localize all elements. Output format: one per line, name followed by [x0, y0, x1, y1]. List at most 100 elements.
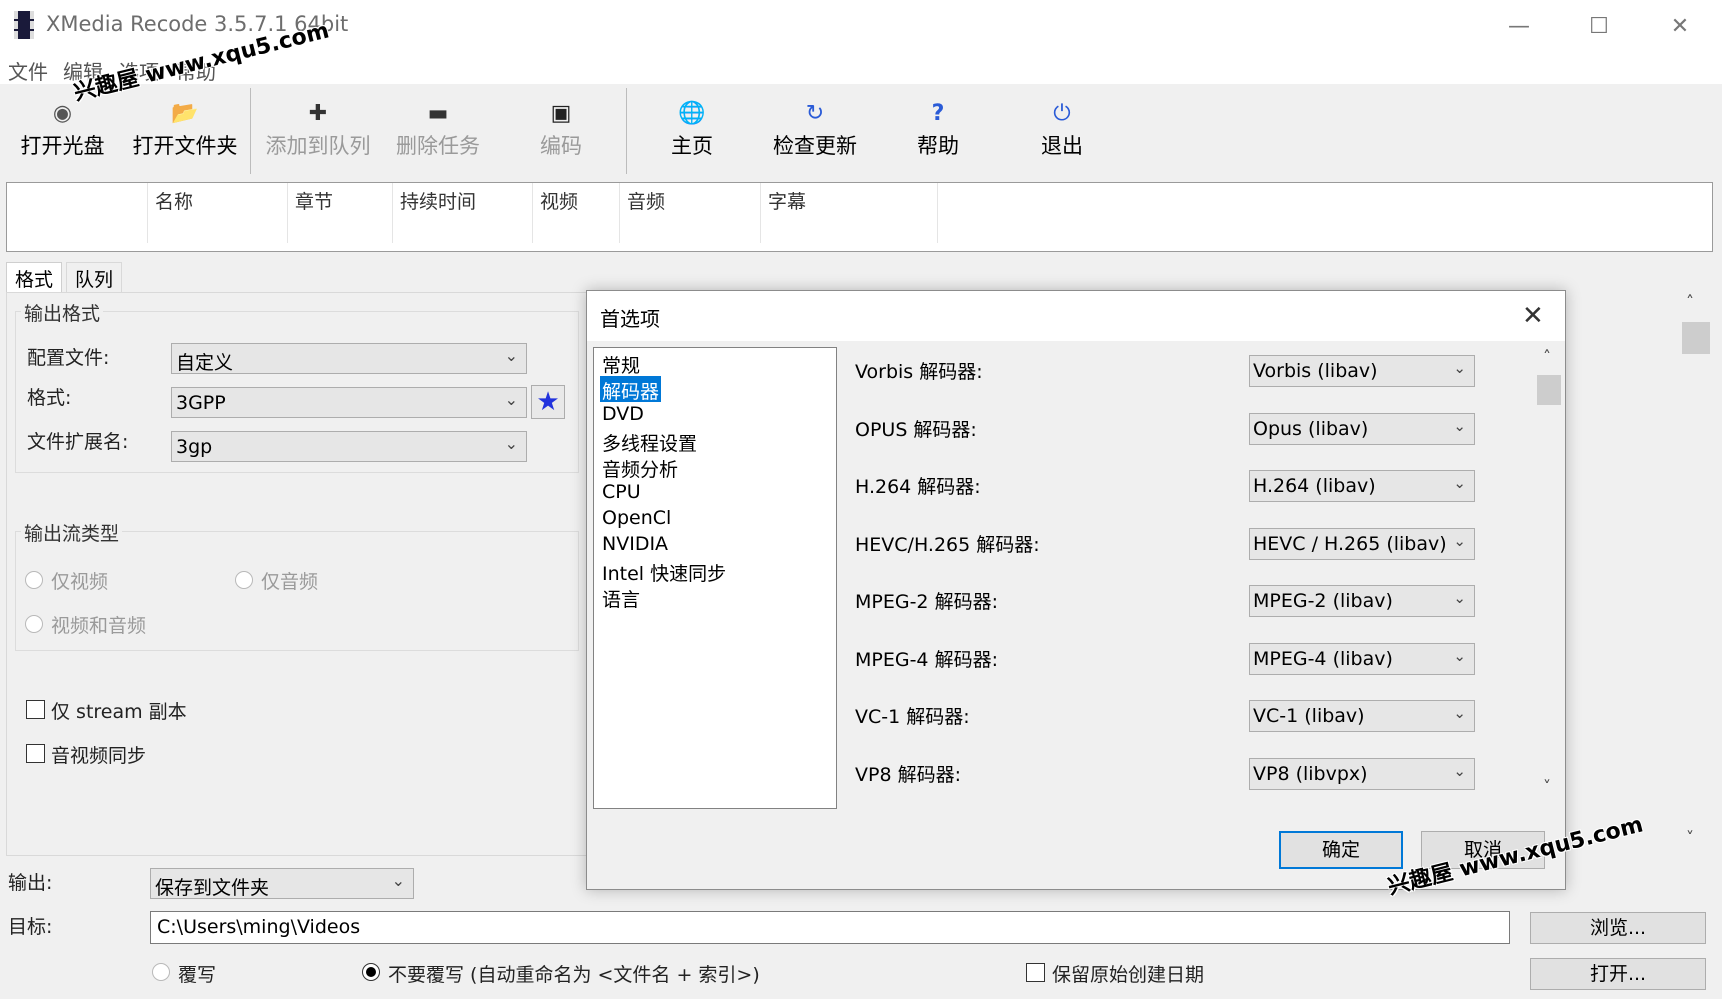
check-update-button[interactable]: ↻ 检查更新: [760, 84, 870, 178]
close-icon[interactable]: ✕: [1665, 12, 1695, 42]
dialog-scrollbar[interactable]: ˄ ˅: [1537, 347, 1561, 803]
format-label: 格式:: [27, 387, 72, 409]
category-multithread[interactable]: 多线程设置: [600, 428, 699, 455]
video-only-radio[interactable]: [25, 571, 43, 589]
h264-decoder-label: H.264 解码器:: [855, 476, 981, 498]
chevron-down-icon: ⌄: [1453, 532, 1466, 550]
scroll-up-icon[interactable]: ˄: [1686, 292, 1694, 311]
vorbis-decoder-select[interactable]: Vorbis (libav) ⌄: [1249, 355, 1475, 387]
overwrite-label: 覆写: [178, 964, 217, 986]
opus-decoder-select[interactable]: Opus (libav) ⌄: [1249, 413, 1475, 445]
minimize-icon[interactable]: —: [1504, 12, 1534, 42]
video-and-audio-radio[interactable]: [25, 615, 43, 633]
category-intel-qsv[interactable]: Intel 快速同步: [600, 558, 728, 585]
hevc-decoder-select[interactable]: HEVC / H.265 (libav) ⌄: [1249, 528, 1475, 560]
category-language[interactable]: 语言: [600, 584, 642, 611]
ok-button[interactable]: 确定: [1279, 831, 1403, 869]
chevron-down-icon: ⌄: [1453, 589, 1466, 607]
column-header-video[interactable]: 视频: [540, 187, 578, 214]
open-button[interactable]: 打开...: [1530, 958, 1706, 990]
scroll-thumb[interactable]: [1682, 322, 1710, 354]
no-overwrite-label: 不要覆写 (自动重命名为 <文件名 + 索引>): [388, 964, 760, 986]
file-list[interactable]: 名称 章节 持续时间 视频 音频 字幕: [6, 182, 1713, 252]
maximize-icon[interactable]: ☐: [1584, 12, 1614, 42]
radio-dot: [366, 967, 376, 977]
av-sync-label: 音视频同步: [51, 745, 147, 767]
extension-select[interactable]: 3gp ⌄: [171, 431, 527, 462]
profile-select[interactable]: 自定义 ⌄: [171, 343, 527, 374]
mpeg2-decoder-label: MPEG-2 解码器:: [855, 591, 998, 613]
globe-icon: 🌐: [678, 101, 706, 126]
vp8-decoder-label: VP8 解码器:: [855, 764, 961, 786]
keep-date-checkbox[interactable]: [1026, 963, 1045, 982]
encode-button[interactable]: ▣ 编码: [508, 84, 614, 178]
extension-label: 文件扩展名:: [27, 431, 129, 453]
homepage-button[interactable]: 🌐 主页: [642, 84, 742, 178]
vorbis-decoder-label: Vorbis 解码器:: [855, 361, 983, 383]
output-select[interactable]: 保存到文件夹 ⌄: [150, 868, 414, 899]
browse-button[interactable]: 浏览...: [1530, 912, 1706, 944]
category-general[interactable]: 常规: [600, 350, 642, 377]
column-header-duration[interactable]: 持续时间: [400, 187, 476, 214]
audio-only-radio[interactable]: [235, 571, 253, 589]
format-select[interactable]: 3GPP ⌄: [171, 387, 527, 418]
column-divider: [532, 183, 533, 243]
category-dvd[interactable]: DVD: [600, 402, 646, 428]
open-folder-button[interactable]: 📂 打开文件夹: [125, 84, 245, 178]
power-icon: ⏻: [1053, 101, 1071, 126]
scroll-down-icon[interactable]: ˅: [1543, 777, 1551, 796]
column-divider: [287, 183, 288, 243]
category-decoders[interactable]: 解码器: [600, 376, 662, 403]
av-sync-checkbox[interactable]: [26, 744, 45, 763]
encode-icon: ▣: [550, 101, 572, 126]
help-button[interactable]: ? 帮助: [888, 84, 988, 178]
scroll-up-icon[interactable]: ˄: [1543, 347, 1551, 366]
mpeg4-decoder-select[interactable]: MPEG-4 (libav) ⌄: [1249, 643, 1475, 675]
chevron-down-icon: ⌄: [1453, 647, 1466, 665]
category-cpu[interactable]: CPU: [600, 480, 643, 506]
chevron-down-icon: ⌄: [1453, 762, 1466, 780]
hevc-decoder-label: HEVC/H.265 解码器:: [855, 534, 1040, 556]
folder-icon: 📂: [171, 101, 199, 126]
target-path-input[interactable]: C:\Users\ming\Videos: [150, 911, 1510, 944]
column-header-name[interactable]: 名称: [155, 187, 193, 214]
vp8-decoder-select[interactable]: VP8 (libvpx) ⌄: [1249, 758, 1475, 790]
category-nvidia[interactable]: NVIDIA: [600, 532, 670, 558]
star-icon[interactable]: ★: [531, 385, 565, 419]
film-icon: [14, 11, 34, 39]
h264-decoder-select[interactable]: H.264 (libav) ⌄: [1249, 470, 1475, 502]
chevron-down-icon: ⌄: [504, 390, 518, 409]
tab-format[interactable]: 格式: [6, 262, 63, 294]
chevron-down-icon: ⌄: [1453, 359, 1466, 377]
scroll-down-icon[interactable]: ˅: [1686, 828, 1694, 847]
category-audio-analysis[interactable]: 音频分析: [600, 454, 680, 481]
dialog-title: 首选项: [600, 307, 660, 331]
column-header-audio[interactable]: 音频: [627, 187, 665, 214]
plus-icon: ✚: [308, 101, 328, 126]
video-only-label: 仅视频: [51, 571, 109, 593]
mpeg2-decoder-select[interactable]: MPEG-2 (libav) ⌄: [1249, 585, 1475, 617]
exit-button[interactable]: ⏻ 退出: [1012, 84, 1112, 178]
toolbar-separator: [250, 88, 251, 174]
scroll-thumb[interactable]: [1537, 375, 1561, 405]
stream-type-title: 输出流类型: [21, 519, 123, 546]
chevron-down-icon: ⌄: [504, 346, 518, 365]
chevron-down-icon: ⌄: [1453, 417, 1466, 435]
main-scrollbar[interactable]: ˄ ˅: [1674, 292, 1714, 856]
stream-copy-checkbox[interactable]: [26, 700, 45, 719]
tab-queue[interactable]: 队列: [66, 262, 123, 292]
add-to-queue-button[interactable]: ✚ 添加到队列: [258, 84, 378, 178]
column-header-subtitle[interactable]: 字幕: [768, 187, 806, 214]
menu-file[interactable]: 文件: [8, 56, 48, 85]
minus-icon: ▬: [427, 101, 449, 126]
category-list[interactable]: 常规 解码器 DVD 多线程设置 音频分析 CPU OpenCl NVIDIA …: [593, 347, 837, 809]
delete-task-button[interactable]: ▬ 删除任务: [388, 84, 488, 178]
column-header-chapter[interactable]: 章节: [295, 187, 333, 214]
no-overwrite-radio[interactable]: [362, 963, 380, 981]
category-opencl[interactable]: OpenCl: [600, 506, 673, 532]
close-icon[interactable]: ✕: [1522, 301, 1544, 331]
vc1-decoder-select[interactable]: VC-1 (libav) ⌄: [1249, 700, 1475, 732]
output-format-title: 输出格式: [21, 299, 104, 326]
overwrite-radio[interactable]: [152, 963, 170, 981]
stream-copy-label: 仅 stream 副本: [51, 701, 187, 723]
